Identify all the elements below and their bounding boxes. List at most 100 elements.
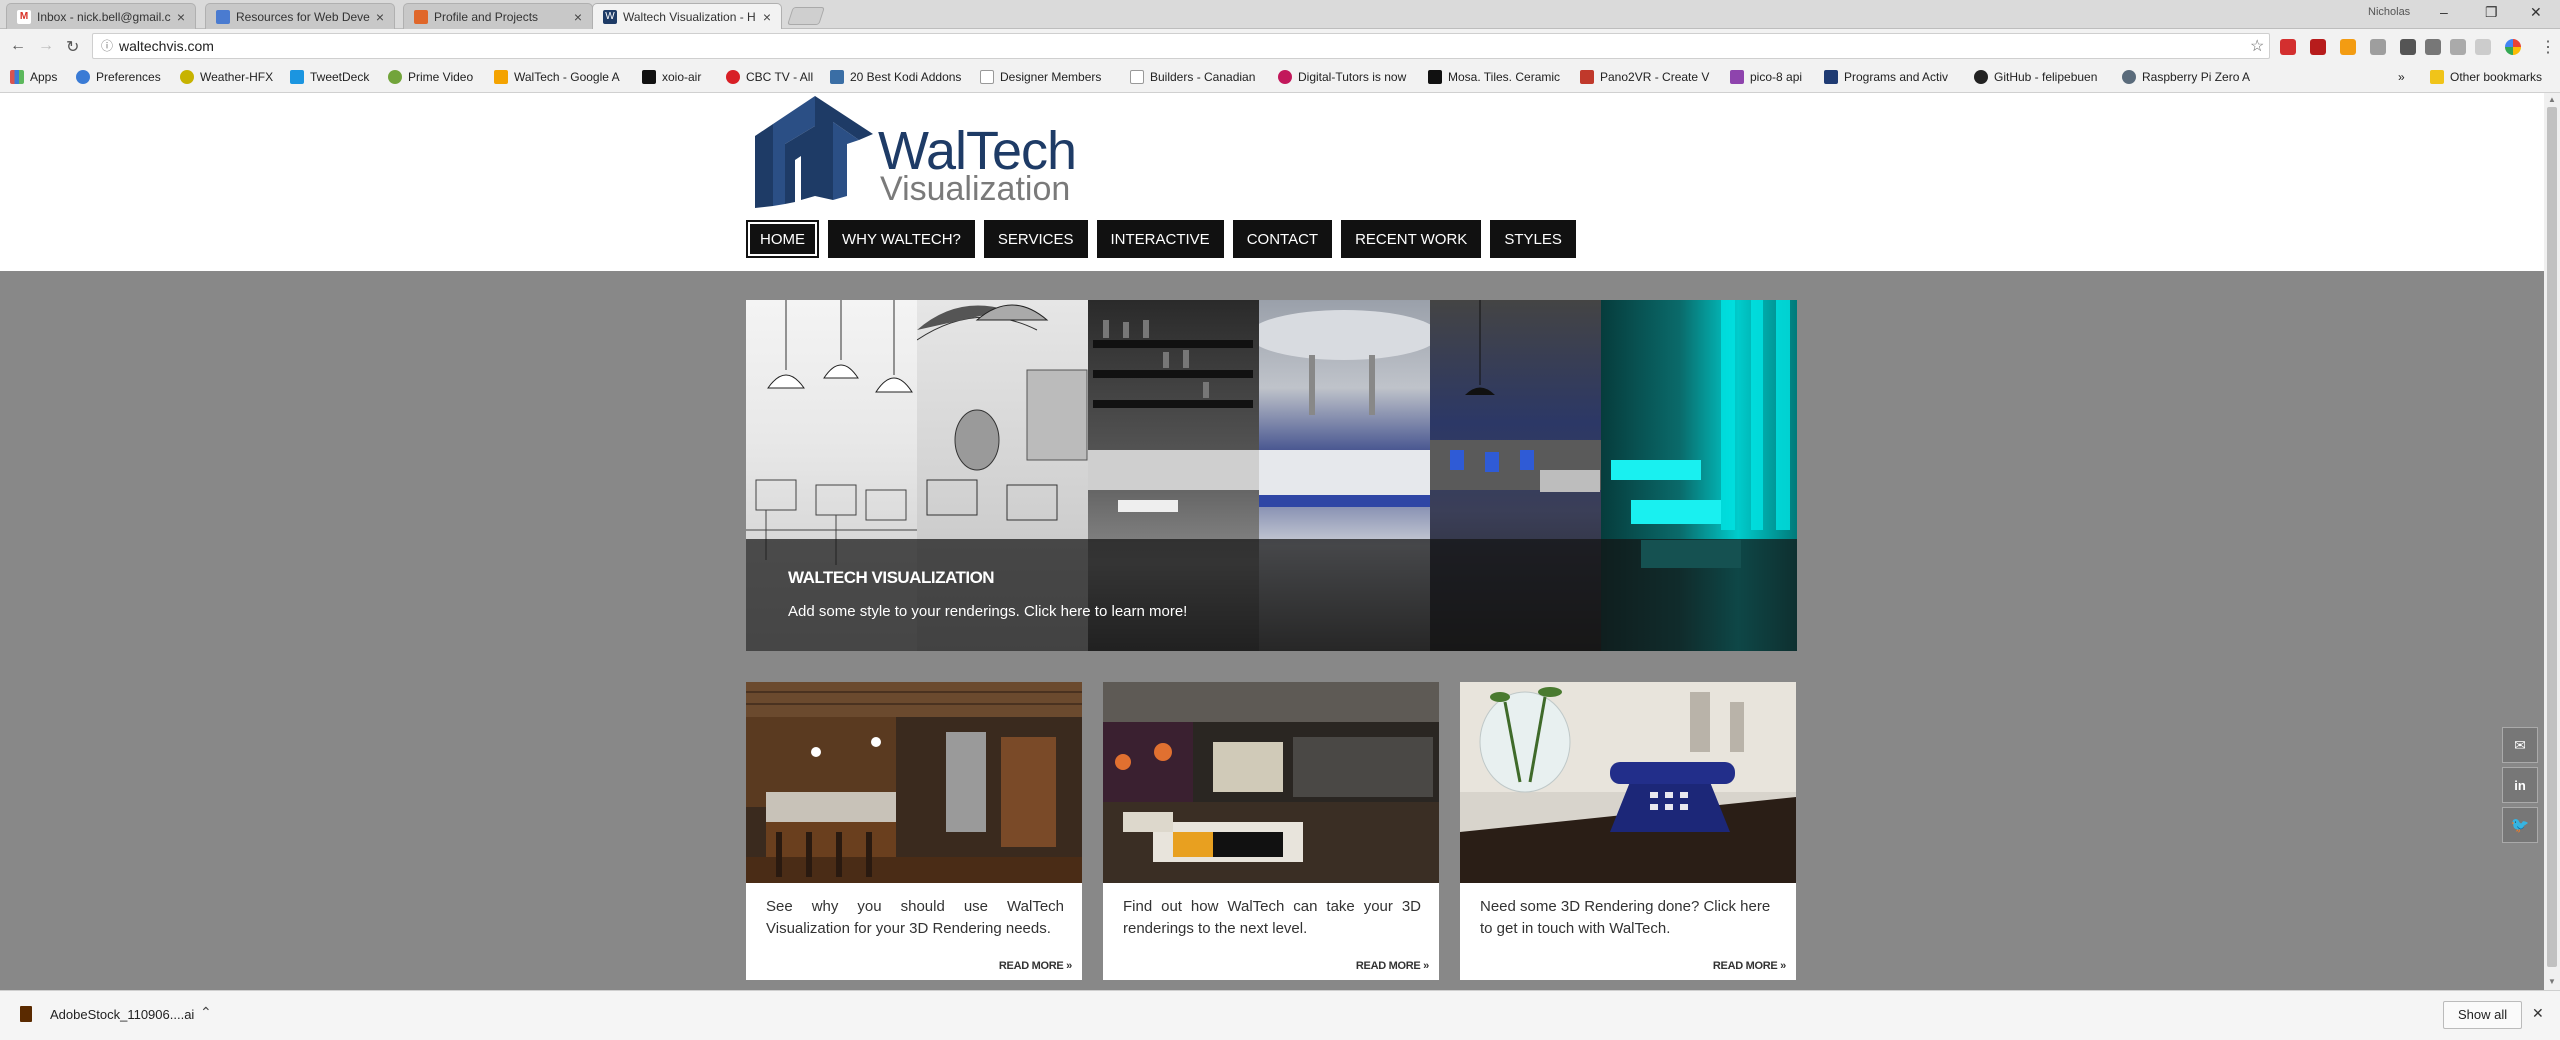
illustrator-file-icon [20,1006,32,1022]
bookmark-kodi[interactable]: 20 Best Kodi Addons [830,70,961,84]
nav-styles[interactable]: STYLES [1490,220,1576,258]
site-header: WalTech Visualization HOME WHY WALTECH? … [0,93,2544,271]
hero-slider[interactable]: WALTECH VISUALIZATION Add some style to … [746,300,1797,651]
read-more-link[interactable]: READ MORE » [1356,960,1429,972]
download-item[interactable]: AdobeStock_110906....ai [20,1006,194,1022]
extension-k-icon[interactable] [2450,39,2466,55]
info-icon[interactable]: ⓘ [101,34,113,58]
bookmark-xoio[interactable]: xoio-air [642,70,701,84]
tab-gmail[interactable]: M Inbox - nick.bell@gmail.c × [6,3,196,29]
bookmark-waltech-google[interactable]: WalTech - Google A [494,70,620,84]
feature-card-contact[interactable]: Need some 3D Rendering done? Click here … [1460,682,1796,980]
address-bar[interactable]: ⓘ waltechvis.com [92,33,2270,59]
chevron-up-icon[interactable]: ⌃ [200,1004,212,1021]
resources-icon [216,9,230,24]
bookmark-pico8[interactable]: pico-8 api [1730,70,1802,84]
bookmark-weather[interactable]: Weather-HFX [180,70,273,84]
scrollbar-thumb[interactable] [2547,107,2557,967]
waltech-icon: W [603,9,617,24]
read-more-link[interactable]: READ MORE » [1713,960,1786,972]
bookmark-cbc[interactable]: CBC TV - All [726,70,813,84]
site-logo[interactable]: WalTech Visualization [755,96,1085,211]
waltech-logo-mark [755,96,873,208]
extension-red-icon[interactable] [2310,39,2326,55]
hero-caption[interactable]: WALTECH VISUALIZATION Add some style to … [746,539,1797,651]
weather-icon [180,70,194,84]
bookmark-prime-video[interactable]: Prime Video [388,70,473,84]
bookmark-programs[interactable]: Programs and Activ [1824,70,1948,84]
pano2vr-icon [1580,70,1594,84]
programs-icon [1824,70,1838,84]
nav-recent-work[interactable]: RECENT WORK [1341,220,1482,258]
lobby-render-image [1103,682,1439,883]
bookmark-tweetdeck[interactable]: TweetDeck [290,70,369,84]
bookmark-star-icon[interactable]: ☆ [2250,36,2264,56]
browser-tab-bar: M Inbox - nick.bell@gmail.c × Resources … [0,0,2560,29]
restore-button[interactable]: ❐ [2485,4,2498,21]
nav-why-waltech[interactable]: WHY WALTECH? [828,220,975,258]
logo-subtitle: Visualization [880,170,1071,208]
close-tab-icon[interactable]: × [376,9,384,25]
read-more-link[interactable]: READ MORE » [999,960,1072,972]
screenshot-extension-icon[interactable] [2400,39,2416,55]
chrome-extension-icon[interactable] [2505,39,2521,55]
omnibox-toolbar: ← → ↻ ⓘ waltechvis.com ☆ ⋮ [0,29,2560,65]
feature-card-services[interactable]: Find out how WalTech can take your 3D re… [1103,682,1439,980]
bookmarks-overflow-button[interactable]: » [2398,70,2405,84]
address-url: waltechvis.com [119,38,214,54]
main-nav: HOME WHY WALTECH? SERVICES INTERACTIVE C… [746,220,1585,258]
pico8-icon [1730,70,1744,84]
close-tab-icon[interactable]: × [763,9,771,25]
linkedin-icon[interactable]: in [2502,767,2538,803]
bookmark-other[interactable]: Other bookmarks [2430,70,2542,84]
tab-resources[interactable]: Resources for Web Devel × [205,3,395,29]
scroll-down-icon[interactable]: ▼ [2548,977,2556,986]
reload-icon[interactable]: ↻ [66,37,79,57]
download-shelf: AdobeStock_110906....ai ⌃ Show all ✕ [0,990,2560,1040]
bookmark-builders[interactable]: Builders - Canadian [1130,70,1255,84]
show-all-button[interactable]: Show all [2443,1001,2523,1029]
scroll-up-icon[interactable]: ▲ [2548,95,2556,104]
email-icon[interactable]: ✉ [2502,727,2538,763]
close-tab-icon[interactable]: × [574,9,582,25]
play-icon [388,70,402,84]
new-tab-button[interactable] [787,7,825,25]
bookmark-pano2vr[interactable]: Pano2VR - Create V [1580,70,1709,84]
extension-doc-icon[interactable] [2425,39,2441,55]
bookmark-github[interactable]: GitHub - felipebuen [1974,70,2097,84]
bookmark-designer[interactable]: Designer Members [980,70,1101,84]
close-shelf-icon[interactable]: ✕ [2532,1005,2544,1022]
page-scrollbar[interactable]: ▲ ▼ [2544,93,2560,990]
nav-home[interactable]: HOME [746,220,819,258]
adblock-extension-icon[interactable] [2280,39,2296,55]
bookmark-apps[interactable]: Apps [10,70,57,84]
extension-gray-icon[interactable] [2370,39,2386,55]
feature-card-why[interactable]: See why you should use WalTech Visualiza… [746,682,1082,980]
bookmark-preferences[interactable]: Preferences [76,70,161,84]
folder-icon [2430,70,2444,84]
raspberry-icon [2122,70,2136,84]
bookmark-digital-tutors[interactable]: Digital-Tutors is now [1278,70,1406,84]
nav-contact[interactable]: CONTACT [1232,220,1333,258]
close-window-button[interactable]: ✕ [2530,4,2542,21]
tab-profile[interactable]: Profile and Projects × [403,3,593,29]
back-icon[interactable]: ← [10,37,26,55]
gmail-icon: M [17,9,31,24]
tab-waltech[interactable]: W Waltech Visualization - H × [592,3,782,29]
nav-services[interactable]: SERVICES [983,220,1088,258]
social-share-bar: ✉ in 🐦 [2502,727,2540,847]
bookmark-raspberry[interactable]: Raspberry Pi Zero A [2122,70,2250,84]
bookmark-mosa[interactable]: Mosa. Tiles. Ceramic [1428,70,1560,84]
menu-kebab-icon[interactable]: ⋮ [2540,37,2556,57]
analytics-icon [494,70,508,84]
profile-name[interactable]: Nicholas [2368,6,2410,18]
bookmarks-bar: Apps Preferences Weather-HFX TweetDeck P… [0,65,2560,93]
close-tab-icon[interactable]: × [177,9,185,25]
extension-light-icon[interactable] [2475,39,2491,55]
extension-orange-icon[interactable] [2340,39,2356,55]
card-contact-text: Need some 3D Rendering done? Click here … [1480,898,1771,937]
twitter-icon[interactable]: 🐦 [2502,807,2538,843]
minimize-button[interactable]: – [2440,4,2448,20]
nav-interactive[interactable]: INTERACTIVE [1096,220,1224,258]
forward-icon[interactable]: → [38,37,54,55]
